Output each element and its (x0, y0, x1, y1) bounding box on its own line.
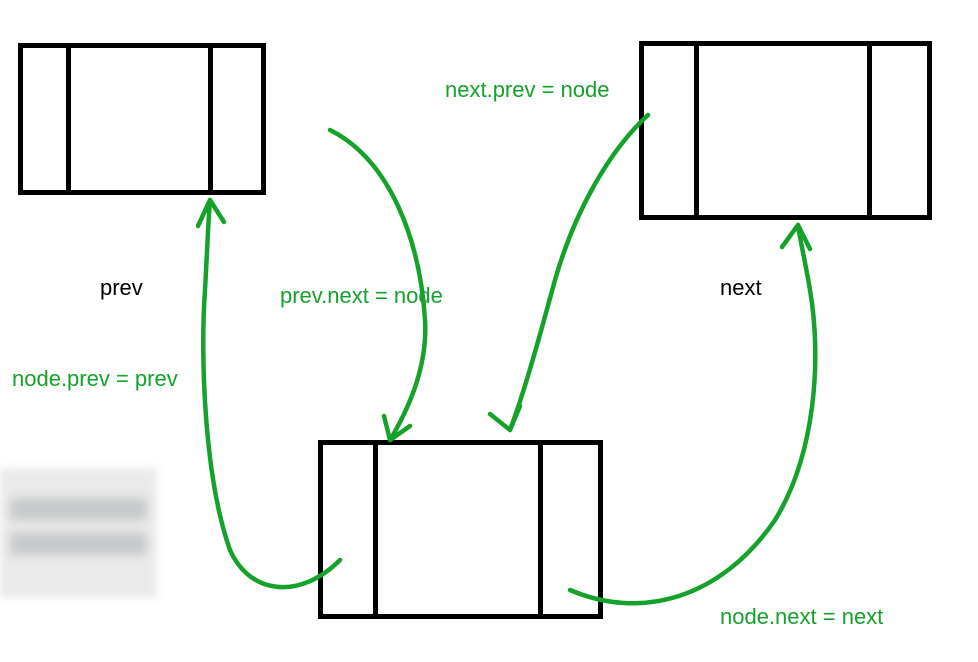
node-box-inserted (318, 440, 603, 619)
node-inserted-cell-next (543, 445, 598, 614)
annotation-next-prev: next.prev = node (445, 77, 610, 103)
arrowhead-into-node-left (384, 416, 410, 440)
label-next: next (720, 275, 762, 301)
arrowhead-into-prev (198, 200, 224, 226)
arrow-next-prev-to-node (510, 115, 648, 430)
node-prev-cell-next (213, 48, 261, 190)
node-next-cell-next (872, 46, 927, 215)
label-prev: prev (100, 275, 143, 301)
node-inserted-cell-prev (323, 445, 378, 614)
node-box-prev (18, 43, 266, 195)
node-next-cell-data (699, 46, 872, 215)
annotation-node-next: node.next = next (720, 604, 883, 630)
annotation-prev-next: prev.next = node (280, 283, 443, 309)
arrowhead-into-node-right (490, 406, 520, 430)
node-next-cell-prev (644, 46, 699, 215)
node-prev-cell-data (71, 48, 213, 190)
node-prev-cell-prev (23, 48, 71, 190)
watermark-block (0, 468, 157, 598)
node-inserted-cell-data (378, 445, 543, 614)
arrowhead-into-next (782, 225, 810, 249)
arrow-node-next-to-next (570, 225, 815, 603)
node-box-next (639, 41, 932, 220)
annotation-node-prev: node.prev = prev (12, 366, 178, 392)
